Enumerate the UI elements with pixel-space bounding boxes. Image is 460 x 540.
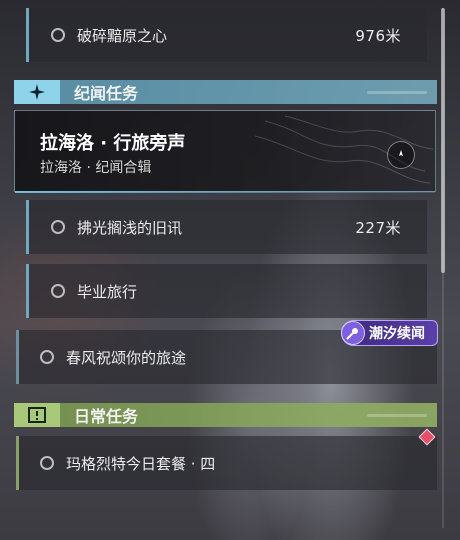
section-header-daily: 日常任务	[14, 403, 437, 427]
section-header-chronicle: 纪闻任务	[14, 80, 437, 104]
card-subtitle: 拉海洛 · 纪闻合辑	[40, 160, 152, 176]
quest-status-ring-icon	[51, 28, 65, 42]
quest-item-old-message[interactable]: 拂光搁浅的旧讯 227米	[26, 200, 427, 254]
section-decoration	[367, 413, 427, 417]
comet-icon	[341, 321, 365, 345]
quest-accent-bar	[26, 200, 29, 254]
quest-status-ring-icon	[40, 456, 54, 470]
quest-name: 春风祝颂你的旅途	[66, 348, 187, 367]
quest-name: 破碎黯原之心	[77, 26, 168, 45]
quest-name: 玛格烈特今日套餐 · 四	[66, 454, 216, 473]
exclamation-icon	[14, 403, 60, 427]
compass-icon	[387, 141, 415, 169]
quest-status-ring-icon	[40, 350, 54, 364]
scrollbar-thumb[interactable]	[441, 8, 445, 273]
quest-accent-bar	[16, 330, 19, 384]
card-title: 拉海洛 · 行旅旁声	[40, 133, 186, 154]
quest-status-ring-icon	[51, 284, 65, 298]
quest-name: 毕业旅行	[77, 282, 138, 301]
quest-item-shattered-heart[interactable]: 破碎黯原之心 976米	[26, 8, 427, 62]
quest-accent-bar	[16, 436, 19, 490]
sparkle-icon	[14, 80, 60, 104]
quest-distance: 227米	[355, 218, 401, 237]
quest-distance: 976米	[355, 26, 401, 45]
chronicle-collection-card[interactable]: 拉海洛 · 行旅旁声 拉海洛 · 纪闻合辑	[14, 110, 436, 193]
quest-accent-bar	[26, 8, 29, 62]
event-tag-tidal[interactable]: 潮汐续闻	[341, 320, 438, 346]
quest-name: 拂光搁浅的旧讯	[77, 218, 183, 237]
quest-item-daily-meal[interactable]: 玛格烈特今日套餐 · 四	[16, 436, 437, 490]
section-decoration	[367, 90, 427, 94]
quest-accent-bar	[26, 264, 29, 318]
quest-item-graduation-trip[interactable]: 毕业旅行	[26, 264, 427, 318]
section-title: 纪闻任务	[74, 84, 139, 103]
section-title: 日常任务	[74, 407, 139, 426]
event-tag-label: 潮汐续闻	[369, 326, 425, 342]
quest-status-ring-icon	[51, 220, 65, 234]
